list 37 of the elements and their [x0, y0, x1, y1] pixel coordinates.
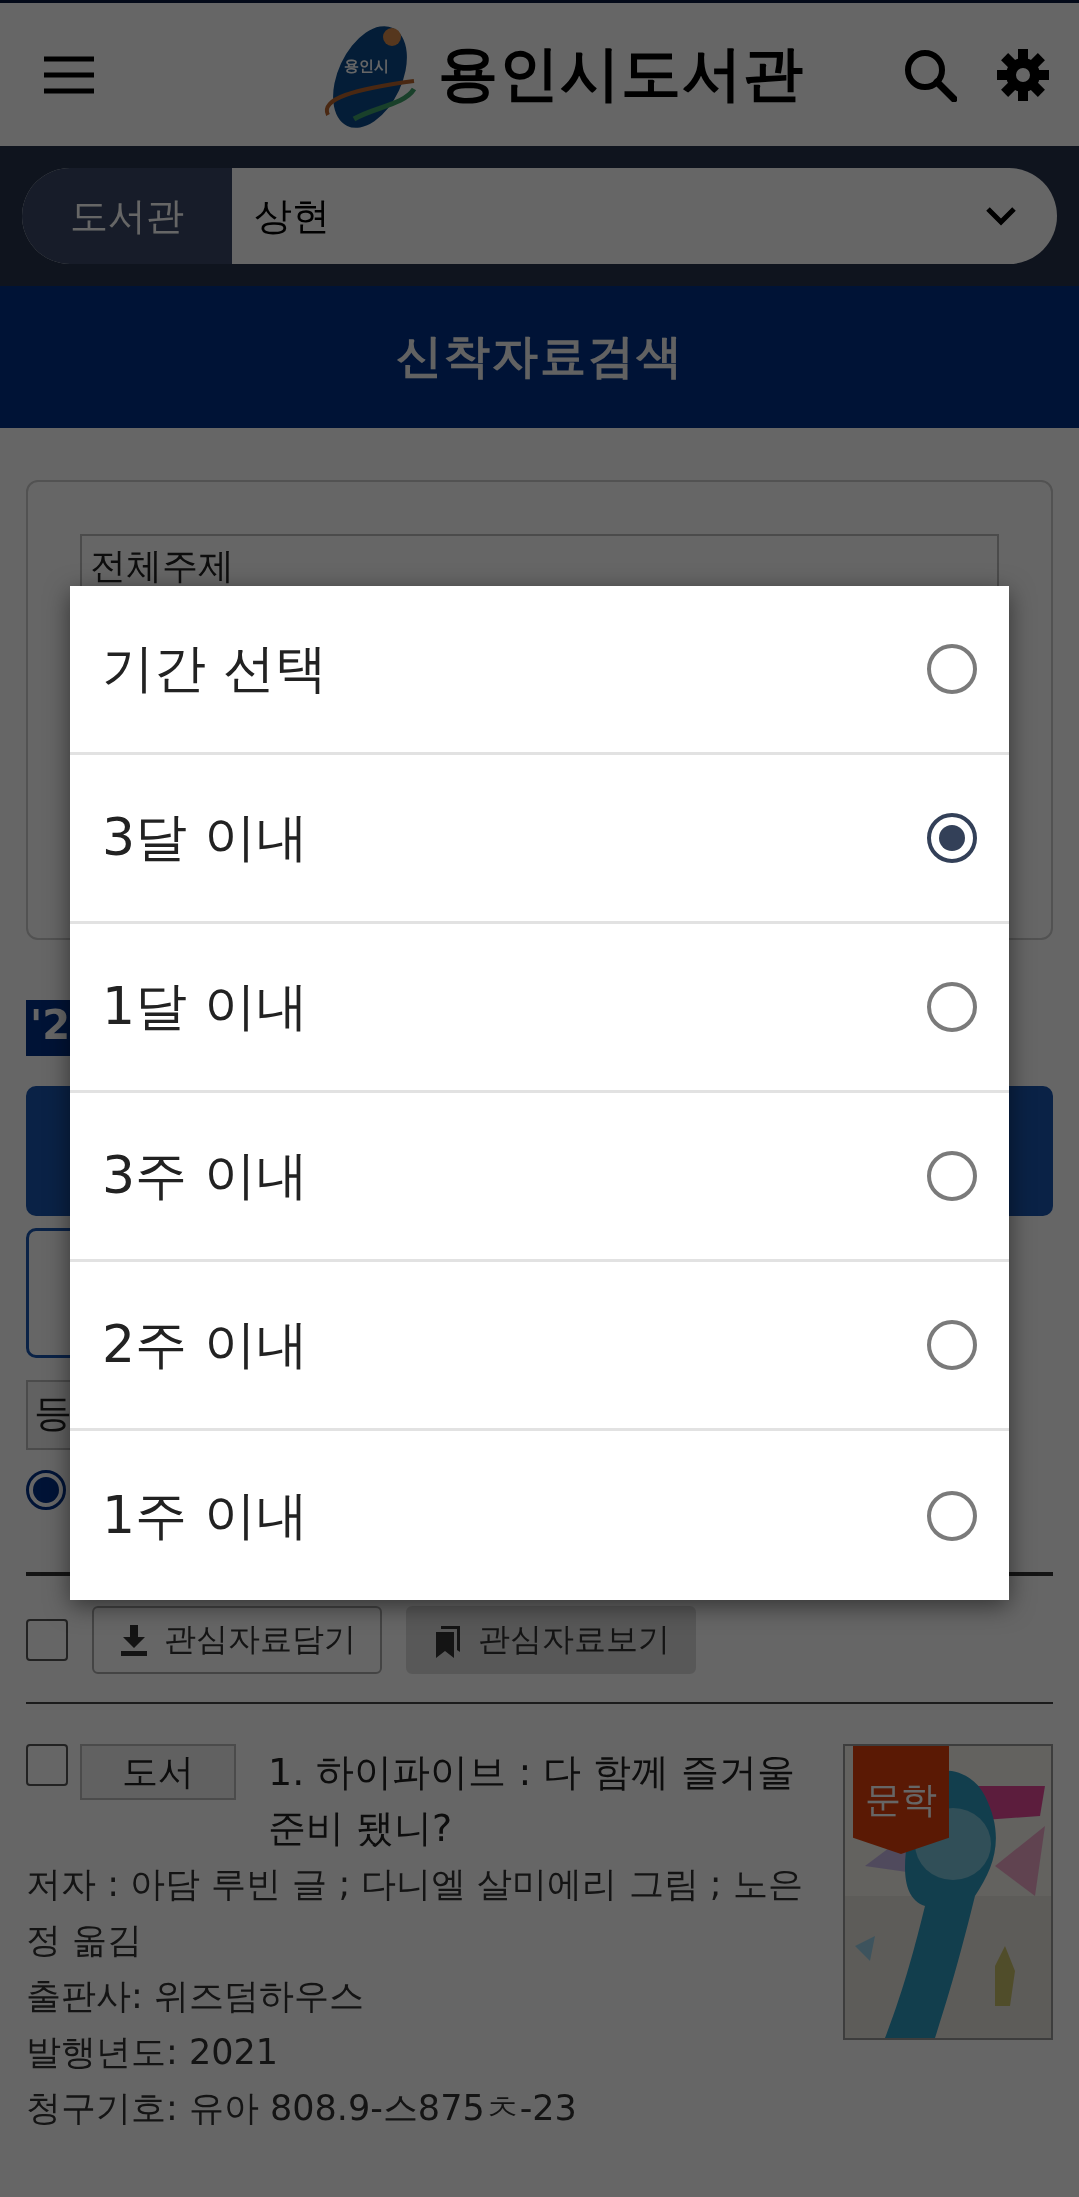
radio-button[interactable]: [927, 1320, 977, 1370]
library-label: 도서관: [22, 168, 232, 264]
option-label: 기간 선택: [102, 637, 327, 700]
checkbox[interactable]: [26, 1744, 68, 1786]
chevron-down-icon: [985, 206, 1017, 226]
option-label: 1달 이내: [102, 975, 308, 1038]
logo-text: 용인시: [343, 56, 389, 76]
search-icon[interactable]: [903, 47, 957, 102]
page-title: 신착자료검색: [395, 328, 684, 385]
period-option[interactable]: 1주 이내: [70, 1431, 1009, 1600]
year-text: 발행년도: 2021: [26, 2031, 279, 2074]
publisher-text: 출판사: 위즈덤하우스: [26, 1975, 365, 2018]
option-label: 2주 이내: [102, 1313, 308, 1376]
period-option[interactable]: 3주 이내: [70, 1093, 1009, 1262]
call-number-text: 청구기호: 유아 808.9-스875ㅊ-23: [26, 2087, 578, 2130]
option-label: 3주 이내: [102, 1144, 308, 1207]
period-option[interactable]: 1달 이내: [70, 924, 1009, 1093]
period-option[interactable]: 3달 이내: [70, 755, 1009, 924]
period-option[interactable]: 2주 이내: [70, 1262, 1009, 1431]
radio-button[interactable]: [927, 813, 977, 863]
download-icon: [118, 1623, 150, 1657]
radio-button[interactable]: [927, 1151, 977, 1201]
menu-icon[interactable]: [44, 55, 94, 94]
radio-button[interactable]: [927, 644, 977, 694]
radio-button[interactable]: [927, 982, 977, 1032]
settings-icon[interactable]: [997, 48, 1049, 101]
period-option[interactable]: 기간 선택: [70, 586, 1009, 755]
author-text: 저자 : 아담 루빈 글 ; 다니엘 살미에리 그림 ; 노은정 옮김: [26, 1863, 804, 1962]
option-label: 1주 이내: [102, 1483, 308, 1547]
library-select[interactable]: 상현: [232, 168, 1057, 264]
radio-button[interactable]: [26, 1470, 66, 1510]
checkbox[interactable]: [26, 1619, 68, 1661]
radio-button[interactable]: [927, 1490, 977, 1541]
option-label: 3달 이내: [102, 806, 308, 869]
type-tag: 도서: [80, 1744, 236, 1800]
category-ribbon: 문학: [853, 1746, 949, 1854]
site-title: 용인시도서관: [437, 37, 804, 110]
